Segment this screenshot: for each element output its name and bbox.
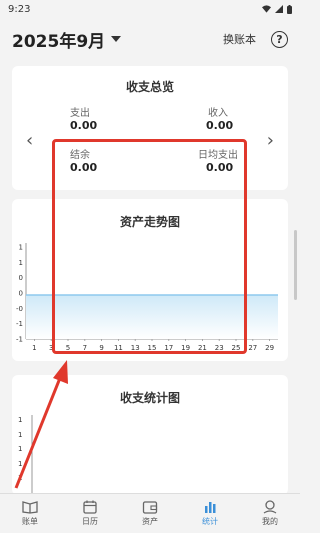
chart-icon (205, 502, 216, 513)
status-icons (262, 4, 292, 14)
wallet-icon (142, 501, 158, 514)
nav-profile[interactable]: 我的 (240, 494, 300, 533)
expense-value: 0.00 (70, 119, 98, 132)
income-label: 收入 (208, 108, 228, 119)
data-point (33, 294, 35, 296)
battery-icon (287, 4, 292, 14)
status-bar: 9:23 (0, 0, 300, 18)
header: 2025年9月 换账本 ? (0, 18, 300, 60)
nav-bills[interactable]: 账单 (0, 494, 60, 533)
status-time: 9:23 (8, 3, 31, 15)
data-point (269, 294, 271, 296)
month-selector[interactable]: 2025年9月 (12, 27, 105, 52)
expense-label: 支出 (70, 108, 90, 119)
book-icon (22, 501, 38, 514)
income-value: 0.00 (206, 119, 234, 132)
highlight-box (52, 139, 247, 354)
x-tick-label: 1 (32, 344, 36, 352)
nav-statistics[interactable]: 统计 (180, 494, 240, 533)
y-tick-label: 1 (19, 259, 23, 267)
scrollbar[interactable] (294, 230, 297, 300)
nav-calendar[interactable]: 日历 (60, 494, 120, 533)
y-tick-label: -1 (16, 320, 23, 328)
chevron-down-icon[interactable] (111, 36, 122, 42)
bottom-nav: 账单 日历 资产 统计 我的 (0, 493, 300, 533)
nav-label: 日历 (82, 517, 98, 526)
nav-assets[interactable]: 资产 (120, 494, 180, 533)
prev-arrow-icon[interactable]: ‹ (26, 130, 33, 151)
next-arrow-icon[interactable]: › (267, 130, 274, 151)
y-tick-label: 1 (19, 244, 23, 252)
calendar-icon (83, 500, 97, 514)
y-tick-label: -0 (16, 305, 23, 313)
y-tick-label: 0 (19, 274, 23, 282)
x-tick-label: 29 (265, 344, 274, 352)
user-icon (263, 500, 277, 514)
stat-axis-line (31, 415, 33, 495)
y-tick-label: 0 (19, 290, 23, 298)
summary-title: 收支总览 (125, 80, 174, 94)
stat-chart-card: 收支统计图 1 1 1 1 1 (12, 375, 288, 495)
signal-icon (275, 5, 283, 13)
x-tick-label: 27 (248, 344, 257, 352)
wifi-icon (262, 5, 271, 13)
help-icon[interactable]: ? (271, 30, 288, 48)
data-point (252, 294, 254, 296)
nav-label: 资产 (142, 517, 158, 526)
nav-label: 我的 (262, 517, 278, 526)
nav-label: 账单 (22, 517, 38, 526)
switch-book-button[interactable]: 换账本 (223, 31, 256, 47)
y-tick-label: -1 (16, 336, 23, 344)
nav-label: 统计 (202, 517, 218, 526)
